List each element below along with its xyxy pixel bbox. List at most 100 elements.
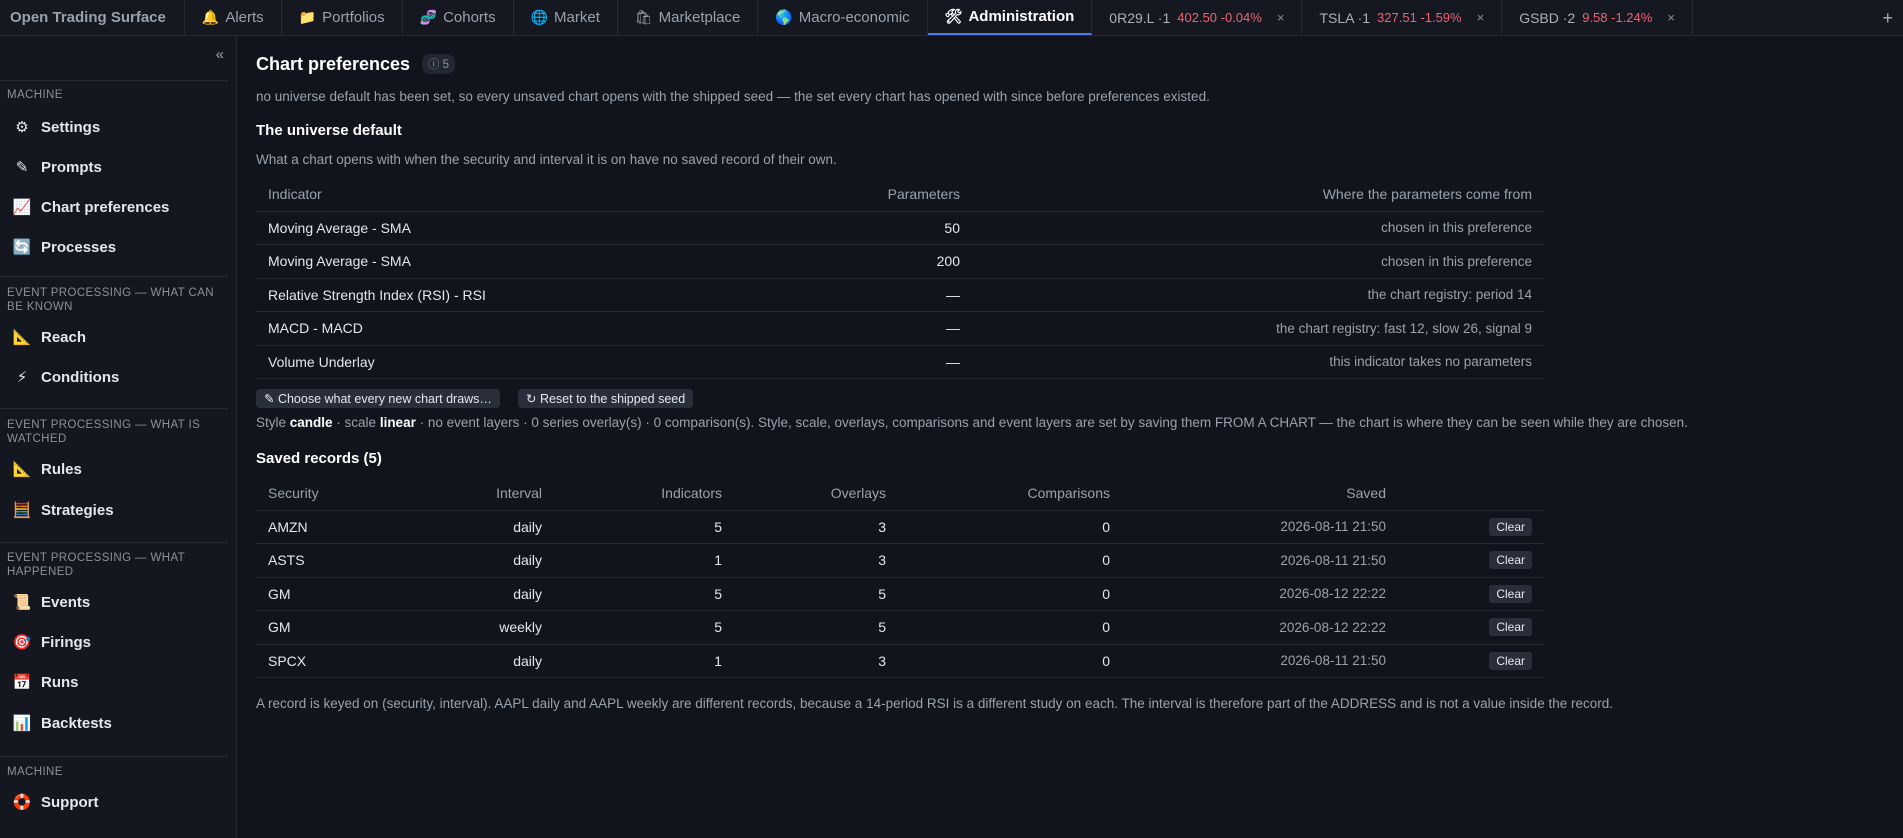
- security-tab-gsbd[interactable]: GSBD ·2 9.58 -1.24% ×: [1502, 0, 1693, 35]
- table-row: Moving Average - SMA 200 chosen in this …: [256, 244, 1544, 278]
- clear-record-button[interactable]: Clear: [1489, 651, 1532, 670]
- sidebar-item-reach[interactable]: 📐 Reach: [12, 324, 86, 350]
- add-tab-button[interactable]: +: [1882, 0, 1893, 36]
- triangle-ruler-icon: 📐: [12, 329, 32, 346]
- overlays-cell: 5: [734, 576, 898, 611]
- tab-market[interactable]: 🌐 Market: [514, 0, 618, 35]
- indicators-cell: 1: [554, 543, 734, 577]
- tab-portfolios[interactable]: 📁 Portfolios: [282, 0, 403, 35]
- sidebar-group-machine: MACHINE: [0, 88, 228, 102]
- security-tab-tsla[interactable]: TSLA ·1 327.51 -1.59% ×: [1302, 0, 1503, 35]
- security-tab-label: TSLA ·1: [1319, 9, 1371, 26]
- saved-cell: 2026-08-11 21:50: [1122, 643, 1398, 678]
- tab-label: Macro-economic: [798, 9, 910, 26]
- column-header: Indicators: [661, 485, 722, 502]
- interval-cell: daily: [386, 509, 554, 544]
- style-summary: Style candle · scale linear · no event l…: [256, 415, 1688, 430]
- close-icon[interactable]: ×: [1477, 10, 1485, 25]
- scale-value: linear: [379, 415, 416, 430]
- app-title: Open Trading Surface: [0, 0, 185, 35]
- saved-records-table: Security Interval Indicators Overlays Co…: [256, 477, 1544, 678]
- action-cell: Clear: [1398, 509, 1544, 544]
- universe-description: What a chart opens with when the securit…: [256, 152, 837, 167]
- column-header: Parameters: [887, 186, 960, 203]
- tab-cohorts[interactable]: 🧬 Cohorts: [403, 0, 514, 35]
- sidebar-group-machine: MACHINE: [0, 765, 228, 779]
- table-row: Volume Underlay — this indicator takes n…: [256, 344, 1544, 379]
- sidebar-item-strategies[interactable]: 🧮 Strategies: [12, 497, 114, 523]
- top-tab-bar: Open Trading Surface 🔔 Alerts 📁 Portfoli…: [0, 0, 1903, 36]
- sidebar-group-label: MACHINE: [7, 89, 63, 101]
- refresh-icon: 🔄: [12, 239, 32, 256]
- scale-label: · scale: [332, 415, 380, 430]
- abacus-icon: 🧮: [12, 502, 32, 519]
- tab-administration[interactable]: 🛠 Administration: [927, 0, 1093, 35]
- sidebar-item-label: Firings: [41, 633, 92, 651]
- sidebar-divider: [0, 542, 228, 543]
- tab-label: Cohorts: [443, 9, 496, 26]
- column-header: [1398, 477, 1544, 510]
- interval-cell: daily: [386, 576, 554, 611]
- sidebar-item-runs[interactable]: 📅 Runs: [12, 669, 79, 695]
- tab-marketplace[interactable]: 🛍 Marketplace: [618, 0, 759, 35]
- info-badge: ⓘ 5: [421, 54, 456, 74]
- universe-table: Indicator Parameters Where the parameter…: [256, 178, 1544, 379]
- security-cell: AMZN: [256, 509, 386, 544]
- sidebar-item-rules[interactable]: 📐 Rules: [12, 456, 82, 482]
- tab-macro-economic[interactable]: 🌎 Macro-economic: [758, 0, 928, 35]
- close-icon[interactable]: ×: [1277, 10, 1285, 25]
- sidebar-group-label: EVENT PROCESSING — WHAT IS WATCHED: [7, 419, 201, 445]
- reset-to-seed-button[interactable]: ↻ Reset to the shipped seed: [518, 389, 694, 408]
- sidebar-item-backtests[interactable]: 📊 Backtests: [12, 710, 112, 736]
- globe-icon: 🌐: [530, 9, 549, 25]
- sidebar-item-chart-preferences[interactable]: 📈 Chart preferences: [12, 194, 170, 220]
- params-cell: 50: [816, 210, 972, 245]
- sidebar-divider: [0, 408, 228, 409]
- pencil-icon: ✎: [15, 159, 29, 176]
- table-row: AMZN daily 5 3 0 2026-08-11 21:50 Clear: [256, 509, 1544, 544]
- style-value: candle: [289, 415, 333, 430]
- tab-alerts[interactable]: 🔔 Alerts: [185, 0, 282, 35]
- comparisons-cell: 0: [898, 643, 1122, 678]
- choose-new-chart-button[interactable]: ✎ Choose what every new chart draws…: [256, 389, 500, 408]
- sidebar-item-processes[interactable]: 🔄 Processes: [12, 234, 116, 260]
- security-tab-quote: 9.58 -1.24%: [1582, 10, 1653, 25]
- security-cell: SPCX: [256, 643, 386, 678]
- sidebar-item-conditions[interactable]: ⚡ Conditions: [12, 364, 120, 390]
- sidebar-item-settings[interactable]: ⚙ Settings: [12, 114, 100, 140]
- overlays-cell: 3: [734, 509, 898, 544]
- tools-icon: 🛠: [944, 8, 963, 24]
- saved-records-footnote: A record is keyed on (security, interval…: [256, 696, 1613, 711]
- source-cell: this indicator takes no parameters: [972, 344, 1544, 379]
- security-tab-0r29l[interactable]: 0R29.L ·1 402.50 -0.04% ×: [1092, 0, 1303, 35]
- close-icon[interactable]: ×: [1667, 10, 1675, 25]
- clear-record-button[interactable]: Clear: [1489, 618, 1532, 637]
- table-row: Moving Average - SMA 50 chosen in this p…: [256, 210, 1544, 245]
- scroll-icon: 📜: [12, 594, 32, 611]
- column-header: Comparisons: [1027, 485, 1110, 502]
- security-tab-label: GSBD ·2: [1519, 9, 1576, 26]
- collapse-sidebar-icon[interactable]: «: [216, 46, 224, 63]
- table-header-row: Security Interval Indicators Overlays Co…: [256, 477, 1544, 510]
- shopping-bags-icon: 🛍: [634, 9, 653, 25]
- sidebar-divider: [0, 756, 228, 757]
- sidebar-item-label: Conditions: [41, 368, 120, 386]
- table-row: Relative Strength Index (RSI) - RSI — th…: [256, 277, 1544, 312]
- sidebar-item-events[interactable]: 📜 Events: [12, 589, 91, 615]
- column-header: Where the parameters come from: [1322, 186, 1532, 203]
- clear-record-button[interactable]: Clear: [1489, 584, 1532, 603]
- clear-record-button[interactable]: Clear: [1489, 551, 1532, 570]
- sidebar-item-label: Events: [41, 593, 91, 611]
- sidebar-item-label: Support: [41, 793, 99, 811]
- sidebar-item-support[interactable]: 🛟 Support: [12, 789, 99, 815]
- sidebar-item-firings[interactable]: 🎯 Firings: [12, 629, 91, 655]
- interval-cell: daily: [386, 543, 554, 577]
- table-row: GM weekly 5 5 0 2026-08-12 22:22 Clear: [256, 610, 1544, 644]
- column-header: Indicator: [268, 186, 322, 203]
- source-cell: the chart registry: period 14: [972, 277, 1544, 312]
- indicator-cell: Volume Underlay: [256, 344, 816, 379]
- sidebar-item-prompts[interactable]: ✎ Prompts: [12, 154, 102, 180]
- security-cell: GM: [256, 610, 386, 644]
- interval-cell: weekly: [386, 610, 554, 644]
- clear-record-button[interactable]: Clear: [1489, 517, 1532, 536]
